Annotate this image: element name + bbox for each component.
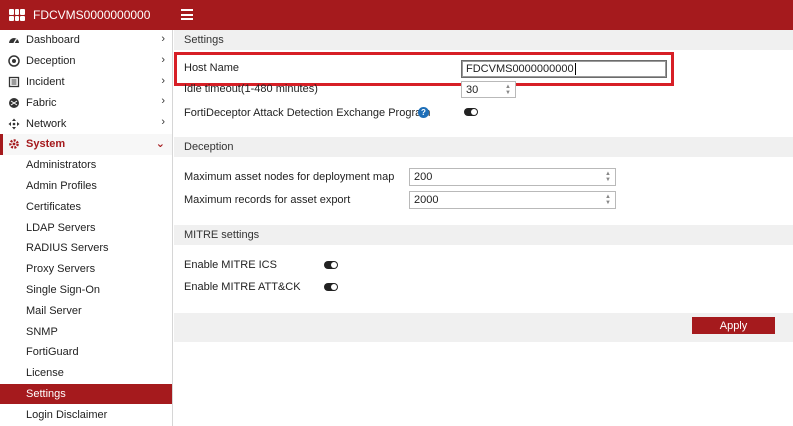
- sidebar-subitem-admin-profiles[interactable]: Admin Profiles: [0, 176, 172, 197]
- sidebar-item-network[interactable]: Network ›: [0, 113, 172, 134]
- mitre-attck-toggle[interactable]: [324, 283, 338, 291]
- sidebar-item-incident[interactable]: Incident ›: [0, 72, 172, 93]
- sidebar: Dashboard › Deception › Incident › Fabri…: [0, 30, 173, 426]
- mitre-ics-label: Enable MITRE ICS: [184, 259, 277, 271]
- sidebar-item-fabric[interactable]: Fabric ›: [0, 92, 172, 113]
- max-records-label: Maximum records for asset export: [184, 194, 351, 206]
- sidebar-subitem-mail-server[interactable]: Mail Server: [0, 300, 172, 321]
- sidebar-subitem-ldap-servers[interactable]: LDAP Servers: [0, 217, 172, 238]
- sidebar-subitem-single-sign-on[interactable]: Single Sign-On: [0, 280, 172, 301]
- network-icon: [8, 118, 20, 130]
- chevron-right-icon: ›: [161, 53, 165, 66]
- settings-section-header: Settings: [174, 30, 793, 50]
- top-bar: FDCVMS0000000000: [0, 0, 793, 30]
- help-icon[interactable]: ?: [418, 107, 429, 118]
- sidebar-subitem-login-disclaimer[interactable]: Login Disclaimer: [0, 404, 172, 425]
- spinner-arrows-icon[interactable]: ▲ ▼: [504, 84, 512, 96]
- gear-icon: [8, 138, 20, 150]
- main-content: Settings Host Name FDCVMS0000000000 Idle…: [174, 30, 793, 426]
- sidebar-subitem-license[interactable]: License: [0, 363, 172, 384]
- sidebar-item-label: Fabric: [26, 96, 57, 109]
- host-name-input[interactable]: FDCVMS0000000000: [461, 60, 667, 78]
- max-nodes-label: Maximum asset nodes for deployment map: [184, 171, 395, 183]
- deception-section-header: Deception: [174, 137, 793, 157]
- idle-timeout-input[interactable]: 30 ▲ ▼: [461, 81, 516, 98]
- deception-icon: [8, 55, 20, 67]
- spinner-arrows-icon[interactable]: ▲ ▼: [604, 194, 612, 206]
- incident-icon: [8, 76, 20, 88]
- sidebar-item-label: System: [26, 138, 66, 151]
- text-cursor: [574, 63, 576, 75]
- fabric-icon: [8, 97, 20, 109]
- sidebar-subitem-proxy-servers[interactable]: Proxy Servers: [0, 259, 172, 280]
- hamburger-menu-icon[interactable]: [181, 9, 193, 20]
- chevron-right-icon: ›: [161, 116, 165, 129]
- chevron-down-icon: ⌄: [155, 137, 165, 150]
- chevron-right-icon: ›: [161, 33, 165, 45]
- idle-timeout-label: Idle timeout(1-480 minutes): [184, 83, 318, 95]
- sidebar-item-label: Incident: [26, 75, 65, 88]
- sidebar-subitem-settings[interactable]: Settings: [0, 383, 172, 405]
- host-name-label: Host Name: [184, 62, 240, 74]
- sidebar-subitem-snmp[interactable]: SNMP: [0, 321, 172, 342]
- max-nodes-input[interactable]: 200 ▲ ▼: [409, 168, 616, 186]
- spinner-arrows-icon[interactable]: ▲ ▼: [604, 171, 612, 183]
- sidebar-subitem-certificates[interactable]: Certificates: [0, 196, 172, 217]
- mitre-section-header: MITRE settings: [174, 225, 793, 245]
- chevron-right-icon: ›: [161, 95, 165, 108]
- sidebar-item-label: Network: [26, 117, 67, 130]
- sidebar-subitem-administrators[interactable]: Administrators: [0, 155, 172, 176]
- sidebar-item-dashboard[interactable]: Dashboard ›: [0, 30, 172, 51]
- sidebar-subitem-radius-servers[interactable]: RADIUS Servers: [0, 238, 172, 259]
- dashboard-icon: [8, 34, 20, 46]
- apply-button[interactable]: Apply: [692, 317, 775, 334]
- max-records-input[interactable]: 2000 ▲ ▼: [409, 191, 616, 209]
- attack-program-toggle[interactable]: [464, 108, 478, 116]
- sidebar-item-label: Dashboard: [26, 34, 80, 47]
- mitre-attck-label: Enable MITRE ATT&CK: [184, 281, 301, 293]
- fortinet-logo-icon: [9, 9, 25, 21]
- attack-program-label: FortiDeceptor Attack Detection Exchange …: [184, 107, 431, 119]
- sidebar-subitem-fortiguard[interactable]: FortiGuard: [0, 342, 172, 363]
- mitre-ics-toggle[interactable]: [324, 261, 338, 269]
- app-title: FDCVMS0000000000: [33, 8, 151, 22]
- chevron-right-icon: ›: [161, 74, 165, 87]
- sidebar-item-deception[interactable]: Deception ›: [0, 51, 172, 72]
- sidebar-item-label: Deception: [26, 55, 76, 68]
- sidebar-item-system[interactable]: System ⌄: [0, 133, 172, 155]
